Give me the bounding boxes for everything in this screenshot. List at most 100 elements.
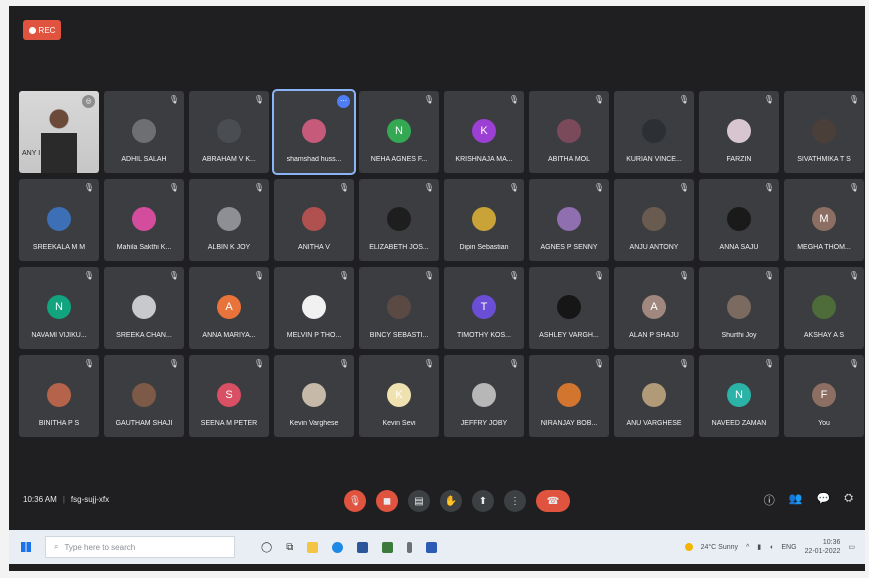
avatar [132, 383, 156, 407]
avatar: N [727, 383, 751, 407]
mic-muted-icon: 🎙 [168, 95, 179, 104]
taskbar-clock[interactable]: 10:36 22-01-2022 [805, 538, 841, 556]
lang-indicator[interactable]: ENG [781, 544, 796, 551]
participant-tile[interactable]: 🎙 BINCY SEBASTI... [359, 267, 439, 349]
participant-tile[interactable]: 🎙 ALBIN K JOY [189, 179, 269, 261]
participant-name: Mahila Sakthi K... [116, 244, 172, 251]
participant-tile[interactable]: 🎙 A ANNA MARIYA... [189, 267, 269, 349]
mic-muted-icon: 🎙 [423, 183, 434, 192]
participant-tile[interactable]: 🎙 SIVATHMIKA T S [784, 91, 864, 173]
participant-tile[interactable]: 🎙 SREEKALA M M [19, 179, 99, 261]
participant-tile[interactable]: 🎙 Shurthi Joy [699, 267, 779, 349]
search-icon: ⌕ [54, 542, 59, 551]
camera-toggle-button[interactable]: ◼ [376, 490, 398, 512]
participant-tile[interactable]: 🎙 BINITHA P S [19, 355, 99, 437]
avatar [217, 207, 241, 231]
mic-muted-icon: 🎙 [763, 183, 774, 192]
participant-tile[interactable]: 🎙 N NAVEED ZAMAN [699, 355, 779, 437]
participant-tile[interactable]: 🎙 JEFFRY JOBY [444, 355, 524, 437]
mic-muted-icon: 🎙 [678, 271, 689, 280]
participant-tile[interactable]: 🎙 ADHIL SALAH [104, 91, 184, 173]
participant-tile[interactable]: 🎙 K KRISHNAJA MA... [444, 91, 524, 173]
mic-muted-icon: 🎙 [763, 359, 774, 368]
participant-tile[interactable]: 🎙 F You [784, 355, 864, 437]
participant-tile[interactable]: 🎙 S SEENA M PETER [189, 355, 269, 437]
end-call-button[interactable]: ☎ [536, 490, 570, 512]
participant-tile[interactable]: 🎙 A ALAN P SHAJU [614, 267, 694, 349]
participant-tile[interactable]: 🎙 ABRAHAM V K... [189, 91, 269, 173]
activities-icon[interactable]: ⛭ [844, 492, 853, 508]
mic-toggle-button[interactable]: 🎙 [344, 490, 366, 512]
word-icon[interactable] [426, 541, 438, 553]
info-icon[interactable]: ⓘ [764, 492, 775, 508]
app-icon-green[interactable] [382, 541, 394, 553]
file-explorer-icon[interactable] [307, 541, 319, 553]
meeting-code: fsg-sujj-xfx [70, 495, 110, 504]
pin-icon[interactable]: ◎ [82, 95, 95, 108]
avatar [302, 295, 326, 319]
weather-icon [684, 543, 693, 551]
participant-tile[interactable]: 🎙 ABITHA MOL [529, 91, 609, 173]
participant-tile[interactable]: 🎙 N NEHA AGNES F... [359, 91, 439, 173]
store-icon[interactable] [357, 541, 369, 553]
volume-icon[interactable]: ◖ [769, 544, 773, 551]
participant-name: MELVIN P THO... [286, 332, 342, 339]
edge-icon[interactable] [332, 541, 344, 553]
network-icon[interactable]: ▮ [757, 543, 761, 551]
participant-tile[interactable]: 🎙 M MEGHA THOM... [784, 179, 864, 261]
participant-name: ANNA SAJU [719, 244, 759, 251]
participant-tile[interactable]: 🎙 NIRANJAY BOB... [529, 355, 609, 437]
participant-tile[interactable]: 🎙 ANNA SAJU [699, 179, 779, 261]
avatar: S [217, 383, 241, 407]
avatar [812, 295, 836, 319]
avatar [132, 295, 156, 319]
participant-tile[interactable]: 🎙 KURIAN VINCE... [614, 91, 694, 173]
tray-chevron-icon[interactable]: ^ [746, 544, 749, 551]
participant-tile[interactable]: 🎙 ANU VARGHESE [614, 355, 694, 437]
notifications-icon[interactable]: ▭ [848, 543, 855, 551]
more-options-button[interactable]: ⋮ [504, 490, 526, 512]
participant-tile[interactable]: 🎙 Dipin Sebastian [444, 179, 524, 261]
avatar [302, 119, 326, 143]
participant-tile[interactable]: 🎙 ELIZABETH JOS... [359, 179, 439, 261]
participant-tile[interactable]: 🎙 ANITHA V [274, 179, 354, 261]
captions-button[interactable]: ▤ [408, 490, 430, 512]
participant-tile[interactable]: 🎙 N NAVAMI VIJIKU... [19, 267, 99, 349]
participant-tile[interactable]: 🎙 GAUTHAM SHAJI [104, 355, 184, 437]
participant-tile[interactable]: 🎙 ASHLEY VARGH... [529, 267, 609, 349]
participant-name: ANNA MARIYA... [202, 332, 256, 339]
participant-tile[interactable]: ◎ ANY I [19, 91, 99, 173]
avatar [302, 207, 326, 231]
chat-icon[interactable]: 💬 [816, 492, 830, 508]
present-button[interactable]: ⬆ [472, 490, 494, 512]
taskbar-search[interactable]: ⌕ Type here to search [45, 536, 235, 558]
avatar [557, 119, 581, 143]
mic-muted-icon: 🎙 [338, 183, 349, 192]
avatar: K [472, 119, 496, 143]
participant-tile[interactable]: ⋯ shamshad huss... [272, 89, 356, 175]
participant-tile[interactable]: 🎙 AGNES P SENNY [529, 179, 609, 261]
participant-name: KRISHNAJA MA... [455, 156, 513, 163]
people-icon[interactable]: 👥 [789, 492, 803, 508]
participant-tile[interactable]: 🎙 Kevin Varghese [274, 355, 354, 437]
participant-name: SREEKALA M M [32, 244, 86, 251]
participant-tile[interactable]: 🎙 Mahila Sakthi K... [104, 179, 184, 261]
raise-hand-button[interactable]: ✋ [440, 490, 462, 512]
participant-tile[interactable]: 🎙 MELVIN P THO... [274, 267, 354, 349]
mic-muted-icon: 🎙 [593, 359, 604, 368]
mic-muted-icon: 🎙 [338, 271, 349, 280]
mic-muted-icon: 🎙 [848, 271, 859, 280]
participant-tile[interactable]: 🎙 SREEKA CHAN... [104, 267, 184, 349]
participant-tile[interactable]: 🎙 FARZIN [699, 91, 779, 173]
participant-tile[interactable]: 🎙 K Kevin Sevi [359, 355, 439, 437]
task-view-icon[interactable]: ⧉ [286, 542, 293, 553]
app-icon-pen[interactable] [407, 541, 413, 553]
mic-muted-icon: 🎙 [423, 271, 434, 280]
participant-tile[interactable]: 🎙 ANJU ANTONY [614, 179, 694, 261]
windows-start-icon[interactable] [21, 542, 31, 552]
avatar: K [387, 383, 411, 407]
more-options-icon[interactable]: ⋯ [337, 95, 350, 108]
participant-tile[interactable]: 🎙 AKSHAY A S [784, 267, 864, 349]
participant-tile[interactable]: 🎙 T TIMOTHY KOS... [444, 267, 524, 349]
cortana-icon[interactable]: ◯ [261, 542, 272, 553]
